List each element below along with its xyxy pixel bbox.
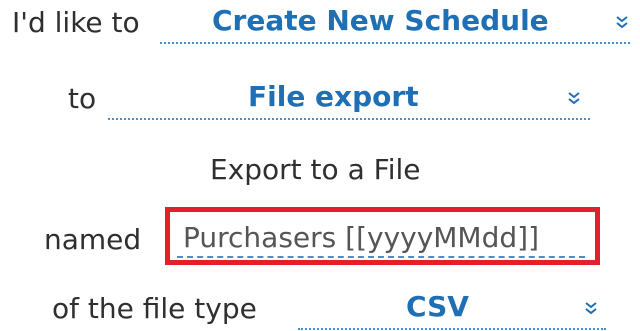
- file-type-select-value: CSV: [406, 290, 469, 323]
- file-type-select[interactable]: CSV: [298, 288, 606, 330]
- section-title: Export to a File: [210, 153, 421, 186]
- highlight-box: [165, 207, 600, 265]
- action-select-value: Create New Schedule: [212, 4, 549, 37]
- file-name-input[interactable]: [177, 218, 585, 258]
- destination-label: to: [68, 82, 97, 115]
- destination-select[interactable]: File export: [108, 78, 590, 120]
- chevron-down-icon[interactable]: [566, 84, 582, 110]
- destination-select-value: File export: [248, 80, 419, 113]
- chevron-down-icon[interactable]: [583, 294, 599, 320]
- file-type-label: of the file type: [52, 292, 257, 325]
- chevron-down-icon[interactable]: [614, 8, 630, 34]
- action-label: I'd like to: [12, 6, 140, 39]
- action-select[interactable]: Create New Schedule: [160, 2, 630, 44]
- named-label: named: [44, 223, 142, 256]
